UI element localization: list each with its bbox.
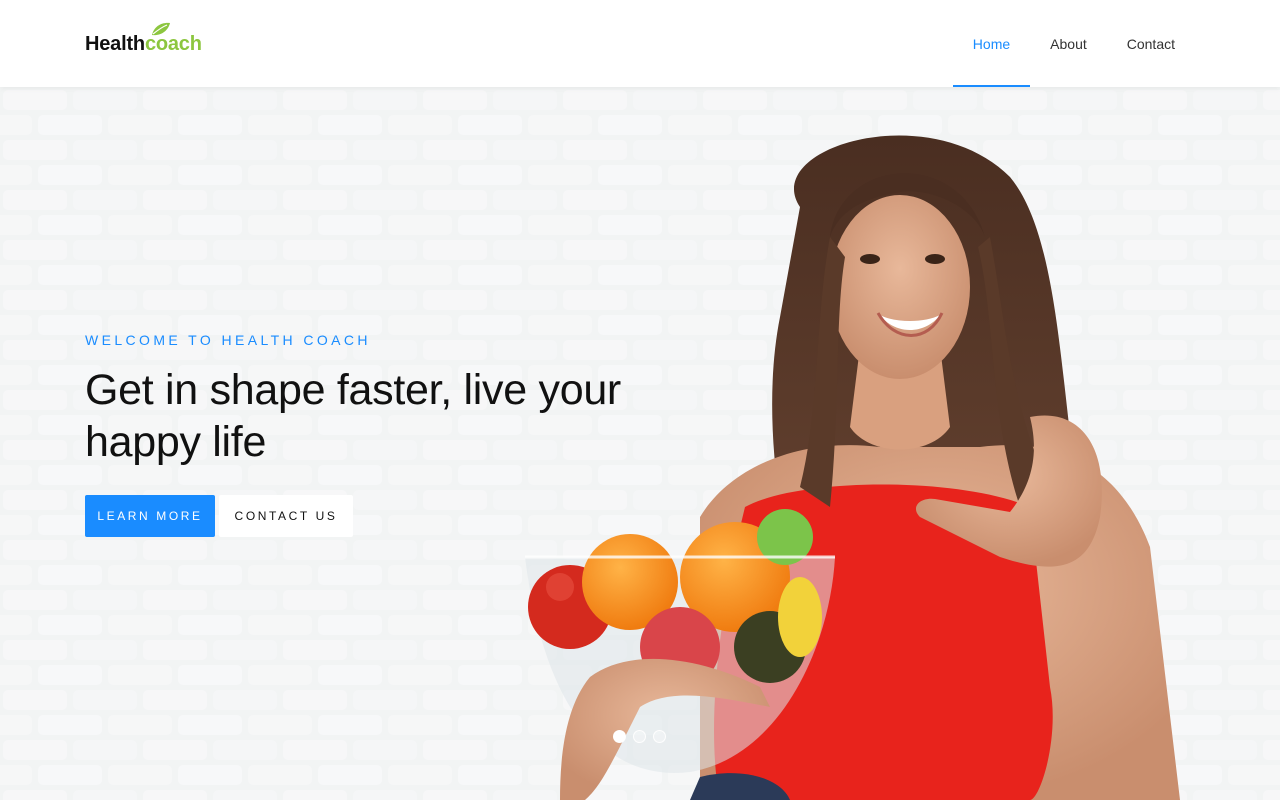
slider-dot-3[interactable] — [653, 730, 666, 743]
logo[interactable]: Health coach — [85, 22, 225, 56]
nav-item-about[interactable]: About — [1030, 0, 1107, 87]
contact-us-button[interactable]: CONTACT US — [219, 495, 353, 537]
site-header: Health coach Home About Contact — [0, 0, 1280, 87]
slider-dot-1[interactable] — [613, 730, 626, 743]
main-nav: Home About Contact — [952, 0, 1195, 87]
hero-headline-line-1: Get in shape faster, live your — [85, 366, 621, 414]
nav-item-home[interactable]: Home — [952, 0, 1031, 87]
hero-content: WELCOME TO HEALTH COACH Get in shape fas… — [85, 332, 705, 537]
logo-word-health: Health — [85, 33, 145, 55]
nav-item-contact[interactable]: Contact — [1107, 0, 1195, 87]
hero-section: WELCOME TO HEALTH COACH Get in shape fas… — [0, 87, 1280, 800]
leaf-icon — [152, 22, 170, 36]
hero-buttons: LEARN MORE CONTACT US — [85, 495, 705, 537]
slider-dot-2[interactable] — [633, 730, 646, 743]
slider-dots — [613, 730, 666, 743]
hero-eyebrow: WELCOME TO HEALTH COACH — [85, 332, 371, 348]
learn-more-button[interactable]: LEARN MORE — [85, 495, 215, 537]
hero-headline-line-2: happy life — [85, 418, 267, 466]
hero-headline: Get in shape faster, live your happy lif… — [85, 364, 705, 468]
